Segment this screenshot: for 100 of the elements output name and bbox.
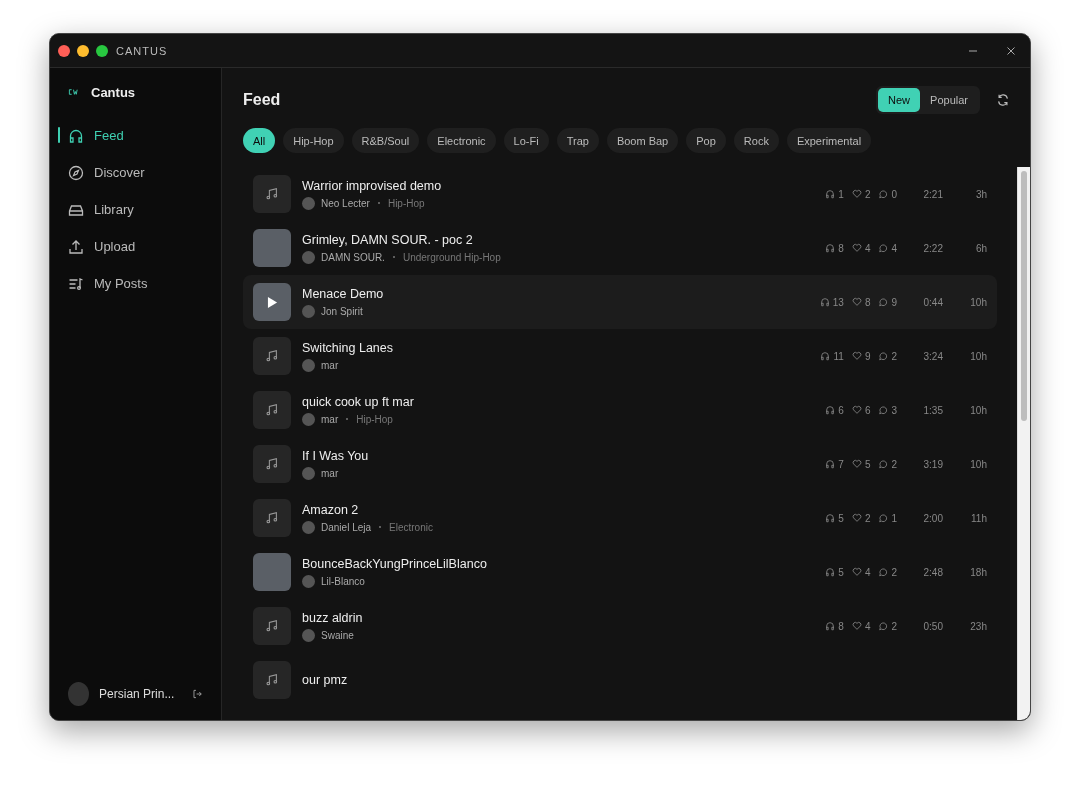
heart-icon[interactable] xyxy=(851,459,862,469)
track-duration: 0:50 xyxy=(922,620,943,632)
post-age: 3h xyxy=(974,188,987,200)
heart-icon[interactable] xyxy=(851,189,862,199)
comment-count: 3 xyxy=(891,404,897,416)
track-title[interactable]: buzz aldrin xyxy=(302,610,363,625)
heart-icon[interactable] xyxy=(851,405,862,415)
track-title[interactable]: Amazon 2 xyxy=(302,502,433,517)
artist-name[interactable]: Daniel Leja xyxy=(321,521,372,533)
genre-label: Hip-Hop xyxy=(356,413,393,425)
like-count: 2 xyxy=(864,188,871,200)
artist-avatar xyxy=(302,520,315,534)
track-row[interactable]: Amazon 2 Daniel Leja Electronic 5 2 1 2:00 11h xyxy=(243,491,997,545)
genre-chip[interactable]: Trap xyxy=(556,128,599,153)
minimize-light-icon[interactable] xyxy=(77,44,89,57)
heart-icon[interactable] xyxy=(851,351,862,361)
track-row[interactable]: Grimley, DAMN SOUR. - poc 2 DAMN SOUR. Underground Hip-Hop 8 4 4 2:22 6h xyxy=(243,221,997,275)
artist-name[interactable]: Jon Spirit xyxy=(321,305,363,317)
play-count: 5 xyxy=(838,512,844,524)
like-count: 5 xyxy=(864,458,871,470)
comment-count: 2 xyxy=(891,350,897,362)
nav-item[interactable]: Feed xyxy=(58,120,213,151)
play-count: 13 xyxy=(832,296,844,308)
genre-chip[interactable]: Boom Bap xyxy=(606,128,679,153)
track-row[interactable]: our pmz xyxy=(243,653,997,707)
play-count: 11 xyxy=(833,350,844,362)
track-row[interactable]: Menace Demo Jon Spirit 13 8 9 0:44 10h xyxy=(243,275,997,329)
artist-name[interactable]: mar xyxy=(321,413,339,425)
post-age: 10h xyxy=(969,458,987,470)
genre-chip[interactable]: All xyxy=(243,128,276,153)
heart-icon[interactable] xyxy=(851,243,862,253)
comment-icon[interactable] xyxy=(878,351,889,361)
headphones-icon xyxy=(825,189,836,199)
scrollbar-thumb[interactable] xyxy=(1021,171,1027,421)
comment-icon[interactable] xyxy=(878,405,889,415)
sort-tab[interactable]: New xyxy=(878,88,921,112)
close-light-icon[interactable] xyxy=(58,44,70,57)
app-name: Cantus xyxy=(91,84,136,100)
genre-chip[interactable]: Experimental xyxy=(786,128,872,153)
heart-icon[interactable] xyxy=(851,567,862,577)
track-row[interactable]: If I Was You mar 7 5 2 3:19 10h xyxy=(243,437,997,491)
genre-label: Hip-Hop xyxy=(387,197,425,209)
logout-icon[interactable] xyxy=(192,688,203,700)
genre-chip[interactable]: Pop xyxy=(686,128,726,153)
track-row[interactable]: Switching Lanes mar 11 9 2 3:24 10h xyxy=(243,329,997,383)
track-title[interactable]: If I Was You xyxy=(302,448,369,463)
track-title[interactable]: quick cook up ft mar xyxy=(302,394,414,409)
comment-icon[interactable] xyxy=(878,459,889,469)
artist-name[interactable]: DAMN SOUR. xyxy=(321,251,385,263)
genre-chip[interactable]: Electronic xyxy=(427,128,496,153)
track-title[interactable]: our pmz xyxy=(302,673,348,687)
comment-count: 9 xyxy=(891,296,897,308)
artist-name[interactable]: Neo Lecter xyxy=(321,197,370,209)
track-title[interactable]: BounceBackYungPrinceLilBlanco xyxy=(302,556,487,571)
refresh-icon[interactable] xyxy=(996,93,1010,107)
zoom-light-icon[interactable] xyxy=(96,44,108,57)
track-title[interactable]: Switching Lanes xyxy=(302,340,394,355)
comment-count: 0 xyxy=(891,188,897,200)
track-duration: 2:48 xyxy=(922,566,943,578)
artist-name[interactable]: mar xyxy=(321,467,339,479)
track-row[interactable]: Warrior improvised demo Neo Lecter Hip-Hop 1 2 0 2:21 3h xyxy=(243,167,997,221)
music-note-icon xyxy=(265,457,279,471)
genre-chip[interactable]: Rock xyxy=(733,128,779,153)
nav-item[interactable]: Library xyxy=(58,194,213,225)
genre-chip[interactable]: Lo-Fi xyxy=(503,128,549,153)
heart-icon[interactable] xyxy=(851,513,862,523)
track-row[interactable]: quick cook up ft mar mar Hip-Hop 6 6 3 1:35 10h xyxy=(243,383,997,437)
comment-icon[interactable] xyxy=(878,621,889,631)
comment-icon[interactable] xyxy=(878,297,889,307)
genre-chip[interactable]: Hip-Hop xyxy=(283,128,344,153)
scrollbar[interactable] xyxy=(1017,167,1030,720)
track-row[interactable]: BounceBackYungPrinceLilBlanco Lil-Blanco 5 4 2 2:48 18h xyxy=(243,545,997,599)
track-duration: 2:22 xyxy=(922,242,943,254)
comment-icon[interactable] xyxy=(878,513,889,523)
nav-item[interactable]: My Posts xyxy=(58,268,213,299)
headphones-icon xyxy=(68,127,84,144)
nav-item[interactable]: Discover xyxy=(58,157,213,188)
comment-icon[interactable] xyxy=(878,243,889,253)
comment-icon[interactable] xyxy=(878,567,889,577)
like-count: 4 xyxy=(864,620,871,632)
heart-icon[interactable] xyxy=(851,297,862,307)
user-name: Persian Prin... xyxy=(99,687,175,701)
comment-icon[interactable] xyxy=(878,189,889,199)
artist-name[interactable]: mar xyxy=(321,359,339,371)
artist-avatar xyxy=(302,574,315,588)
artist-name[interactable]: Swaine xyxy=(321,629,354,641)
close-icon[interactable] xyxy=(1006,45,1016,56)
play-icon[interactable] xyxy=(267,295,278,309)
track-title[interactable]: Menace Demo xyxy=(302,286,384,301)
track-title[interactable]: Grimley, DAMN SOUR. - poc 2 xyxy=(302,232,501,247)
track-row[interactable]: buzz aldrin Swaine 8 4 2 0:50 23h xyxy=(243,599,997,653)
music-note-icon xyxy=(265,511,279,525)
track-duration: 3:19 xyxy=(922,458,943,470)
heart-icon[interactable] xyxy=(851,621,862,631)
sort-tab[interactable]: Popular xyxy=(920,88,978,112)
nav-item[interactable]: Upload xyxy=(58,231,213,262)
track-title[interactable]: Warrior improvised demo xyxy=(302,178,442,193)
window-title: CANTUS xyxy=(116,44,168,57)
artist-name[interactable]: Lil-Blanco xyxy=(321,575,365,587)
genre-chip[interactable]: R&B/Soul xyxy=(351,128,420,153)
